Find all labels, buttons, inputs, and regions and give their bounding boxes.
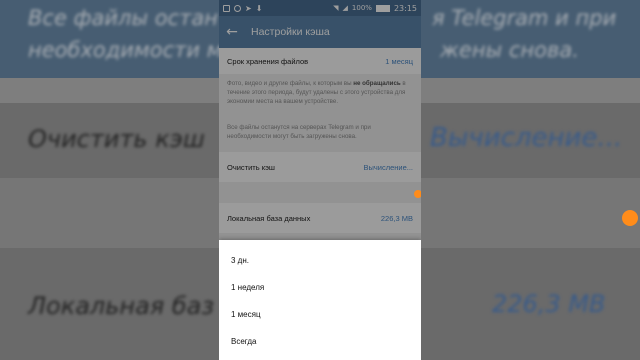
touch-indicator — [622, 210, 638, 226]
menu-option-1-week[interactable]: 1 неделя — [219, 274, 421, 301]
menu-option-3-days[interactable]: 3 дн. — [219, 247, 421, 274]
touch-indicator-small — [414, 190, 421, 198]
period-menu: 3 дн. 1 неделя 1 месяц Всегда — [219, 240, 421, 360]
menu-option-1-month[interactable]: 1 месяц — [219, 301, 421, 328]
menu-option-forever[interactable]: Всегда — [219, 328, 421, 355]
phone-screen: ➤ ⬇ ◥ ◢ 100% 23:15 ← Настройки кэша Срок… — [219, 0, 421, 360]
